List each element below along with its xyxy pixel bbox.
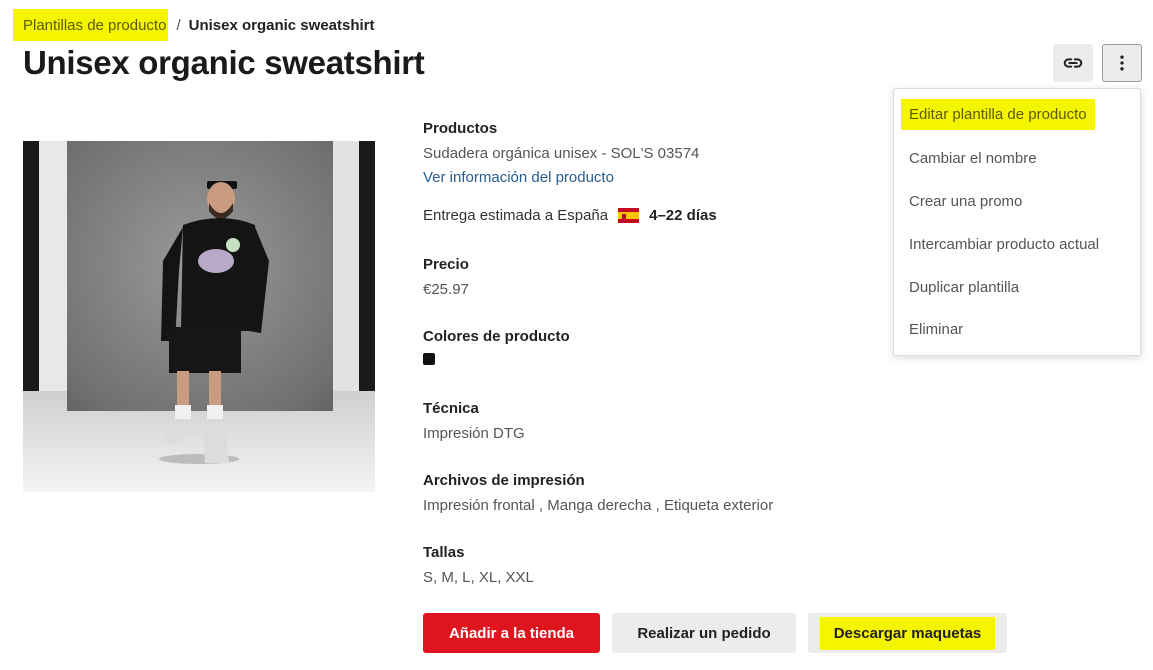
options-menu: Editar plantilla de producto Cambiar el … xyxy=(893,88,1141,356)
product-info-link[interactable]: Ver información del producto xyxy=(423,169,614,186)
more-vertical-icon xyxy=(1120,55,1124,71)
sizes-title: Tallas xyxy=(423,544,465,561)
print-files-title: Archivos de impresión xyxy=(423,472,585,489)
breadcrumb-link-templates[interactable]: Plantillas de producto xyxy=(13,9,169,41)
delivery-days: 4–22 días xyxy=(649,207,717,224)
more-options-button[interactable] xyxy=(1102,44,1142,82)
breadcrumb-current: Unisex organic sweatshirt xyxy=(188,16,375,34)
delivery-label: Entrega estimada a España xyxy=(423,207,609,224)
place-order-button[interactable]: Realizar un pedido xyxy=(612,613,796,653)
price-value: €25.97 xyxy=(423,281,469,298)
breadcrumb-separator: / xyxy=(176,16,181,34)
download-mockups-button[interactable]: Descargar maquetas xyxy=(808,613,1007,653)
technique-value: Impresión DTG xyxy=(423,425,525,442)
spain-flag-icon xyxy=(618,208,640,223)
breadcrumb: Plantillas de producto / Unisex organic … xyxy=(13,9,375,41)
menu-item-delete[interactable]: Eliminar xyxy=(909,321,963,338)
technique-title: Técnica xyxy=(423,400,479,417)
colors-title: Colores de producto xyxy=(423,328,570,345)
product-image xyxy=(23,141,375,492)
add-to-store-button[interactable]: Añadir a la tienda xyxy=(423,613,600,653)
print-files-value: Impresión frontal , Manga derecha , Etiq… xyxy=(423,497,774,514)
link-icon xyxy=(1063,58,1083,68)
delivery-estimate: Entrega estimada a España 4–22 días xyxy=(423,207,717,224)
price-title: Precio xyxy=(423,256,469,273)
menu-item-rename[interactable]: Cambiar el nombre xyxy=(909,150,1037,167)
page-title: Unisex organic sweatshirt xyxy=(23,44,425,81)
products-title: Productos xyxy=(423,120,498,137)
menu-item-duplicate[interactable]: Duplicar plantilla xyxy=(909,279,1019,296)
sizes-value: S, M, L, XL, XXL xyxy=(423,569,534,586)
copy-link-button[interactable] xyxy=(1053,44,1093,82)
menu-item-create-promo[interactable]: Crear una promo xyxy=(909,193,1022,210)
menu-item-edit-template[interactable]: Editar plantilla de producto xyxy=(901,99,1095,130)
product-name: Sudadera orgánica unisex - SOL'S 03574 xyxy=(423,145,700,162)
color-swatch-black[interactable] xyxy=(423,353,435,365)
download-mockups-label: Descargar maquetas xyxy=(819,616,996,650)
menu-item-swap-product[interactable]: Intercambiar producto actual xyxy=(909,236,1099,253)
